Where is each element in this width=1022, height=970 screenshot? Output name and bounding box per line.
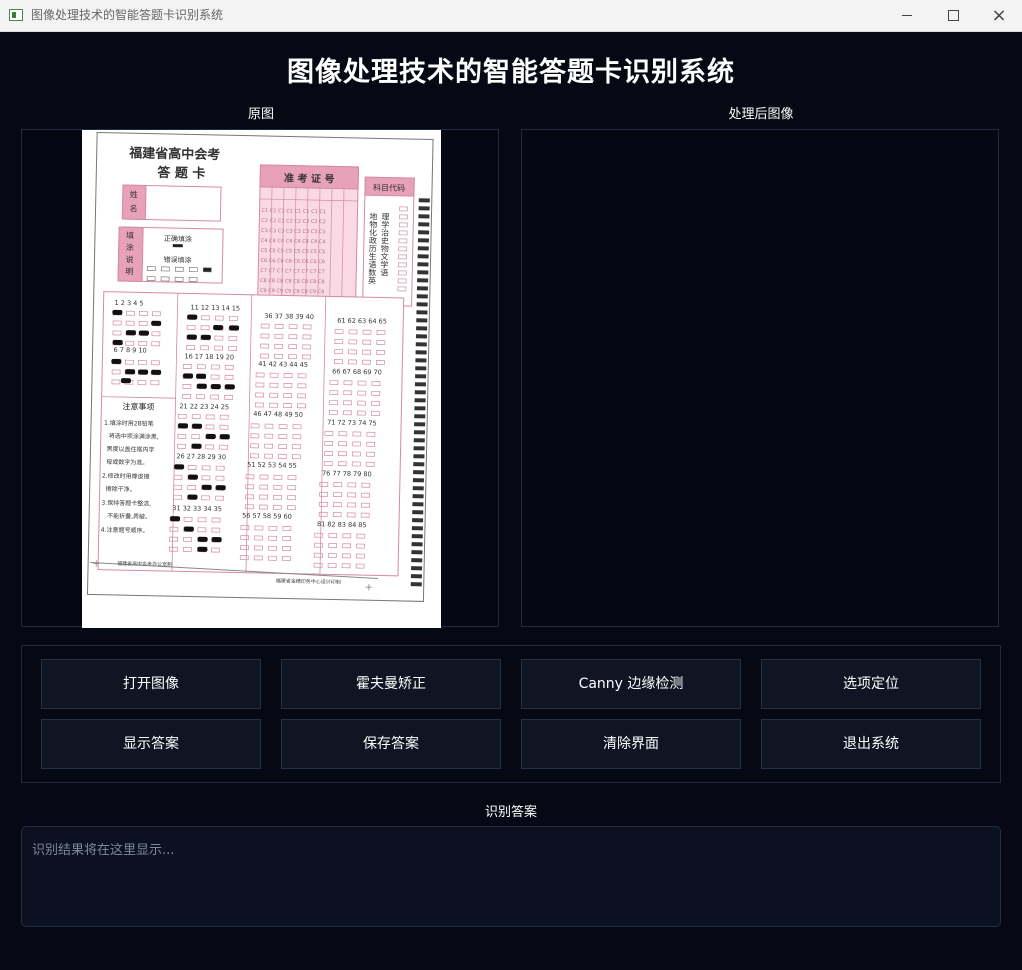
fill-label-4: 明	[125, 267, 133, 276]
note-line-9: 4.注意题号顺序。	[101, 526, 149, 535]
fill-label-3: 说	[125, 254, 133, 264]
block-14-numbers: 66 67 68 69 70	[332, 367, 382, 376]
note-line-7: 3.保持答题卡整洁,	[101, 499, 151, 508]
window-titlebar: 图像处理技术的智能答题卡识别系统 ×	[0, 0, 1022, 32]
maximize-icon	[947, 9, 959, 21]
footer-left-text: 福建省高中会考办公室制	[117, 560, 172, 568]
answers-textarea[interactable]: 识别结果将在这里显示...	[21, 826, 1001, 927]
fill-label-1: 填	[126, 230, 134, 240]
sheet-title-line-1: 福建省高中会考	[128, 145, 220, 163]
block-11-numbers: 51 52 53 54 55	[247, 461, 297, 470]
processed-image-label: 处理后图像	[728, 107, 794, 122]
footer-right-text: 福建省金穗印务中心设计印制	[276, 577, 341, 585]
exit-system-button[interactable]: 退出系统	[761, 719, 981, 769]
block-16-numbers: 76 77 78 79 80	[322, 469, 372, 478]
original-image-panel: 福建省高中会考 答 题 卡 姓 名 填 涂 说 明 正确填涂 错误填涂 准 考 …	[21, 129, 499, 628]
svg-text:+: +	[92, 558, 101, 569]
wrong-fill-label: 错误填涂	[163, 255, 191, 265]
option-locate-button[interactable]: 选项定位	[761, 659, 981, 709]
block-3-numbers: 11 12 13 14 15	[190, 303, 240, 312]
note-line-3: 黑度以盖住框内字	[106, 445, 154, 454]
svg-text:+: +	[365, 582, 374, 593]
original-image-label: 原图	[247, 107, 274, 122]
minimize-icon	[902, 14, 912, 16]
close-icon: ×	[991, 5, 1007, 26]
app-icon	[9, 9, 23, 21]
canny-edge-detection-button[interactable]: Canny 边缘检测	[521, 659, 741, 709]
page-title: 图像处理技术的智能答题卡识别系统	[287, 57, 735, 88]
subject-list-1: 地物化政历生语数英	[368, 211, 379, 285]
maximize-button[interactable]	[930, 0, 976, 31]
note-line-1: 1.填涂时用2B铅笔	[104, 419, 154, 428]
block-7-numbers: 31 32 33 34 35	[172, 504, 222, 513]
block-17-numbers: 81 82 83 84 85	[317, 520, 367, 529]
subject-list-2: 理学治史物文学语	[380, 212, 390, 277]
sheet-title-line-2: 答 题 卡	[157, 165, 205, 182]
note-line-8: 不能折叠,弄破。	[107, 512, 151, 521]
block-15-numbers: 71 72 73 74 75	[327, 418, 377, 427]
ticket-number-label: 准 考 证 号	[284, 171, 335, 185]
note-line-6: 擦除干净。	[106, 485, 136, 494]
block-9-numbers: 41 42 43 44 45	[258, 360, 308, 369]
clear-interface-button[interactable]: 清除界面	[521, 719, 741, 769]
minimize-button[interactable]	[884, 0, 930, 31]
hough-correction-button[interactable]: 霍夫曼矫正	[281, 659, 501, 709]
name-label-2: 名	[129, 203, 137, 213]
block-13-numbers: 61 62 63 64 65	[337, 317, 387, 326]
fill-label-2: 涂	[126, 242, 134, 252]
action-button-panel: 打开图像 霍夫曼矫正 Canny 边缘检测 选项定位 显示答案 保存答案 清除界…	[21, 645, 1001, 783]
close-button[interactable]: ×	[976, 0, 1022, 31]
correct-fill-label: 正确填涂	[164, 234, 192, 244]
answer-sheet-image: 福建省高中会考 答 题 卡 姓 名 填 涂 说 明 正确填涂 错误填涂 准 考 …	[82, 130, 441, 628]
answers-placeholder: 识别结果将在这里显示...	[32, 843, 175, 858]
subject-code-label: 科目代码	[373, 182, 405, 193]
block-4-numbers: 16 17 18 19 20	[184, 352, 234, 361]
block-2-numbers: 6 7 8 9 10	[114, 346, 147, 355]
window-title: 图像处理技术的智能答题卡识别系统	[31, 8, 224, 22]
show-answers-button[interactable]: 显示答案	[41, 719, 261, 769]
block-8-numbers: 36 37 38 39 40	[264, 312, 314, 321]
note-line-5: 2.修改时用橡皮擦	[102, 472, 150, 481]
processed-image-panel	[521, 129, 999, 627]
note-line-4: 母或数字为准。	[106, 458, 148, 467]
block-12-numbers: 56 57 58 59 60	[242, 512, 292, 521]
save-answers-button[interactable]: 保存答案	[281, 719, 501, 769]
notes-title: 注意事项	[122, 401, 154, 412]
note-line-2: 将选中项涂满涂黑,	[109, 432, 159, 441]
recognized-answers-label: 识别答案	[484, 805, 537, 820]
block-10-numbers: 46 47 48 49 50	[253, 410, 303, 419]
block-5-numbers: 21 22 23 24 25	[179, 402, 229, 411]
block-1-numbers: 1 2 3 4 5	[114, 299, 143, 308]
open-image-button[interactable]: 打开图像	[41, 659, 261, 709]
block-6-numbers: 26 27 28 29 30	[176, 452, 226, 461]
name-label-1: 姓	[130, 189, 138, 199]
